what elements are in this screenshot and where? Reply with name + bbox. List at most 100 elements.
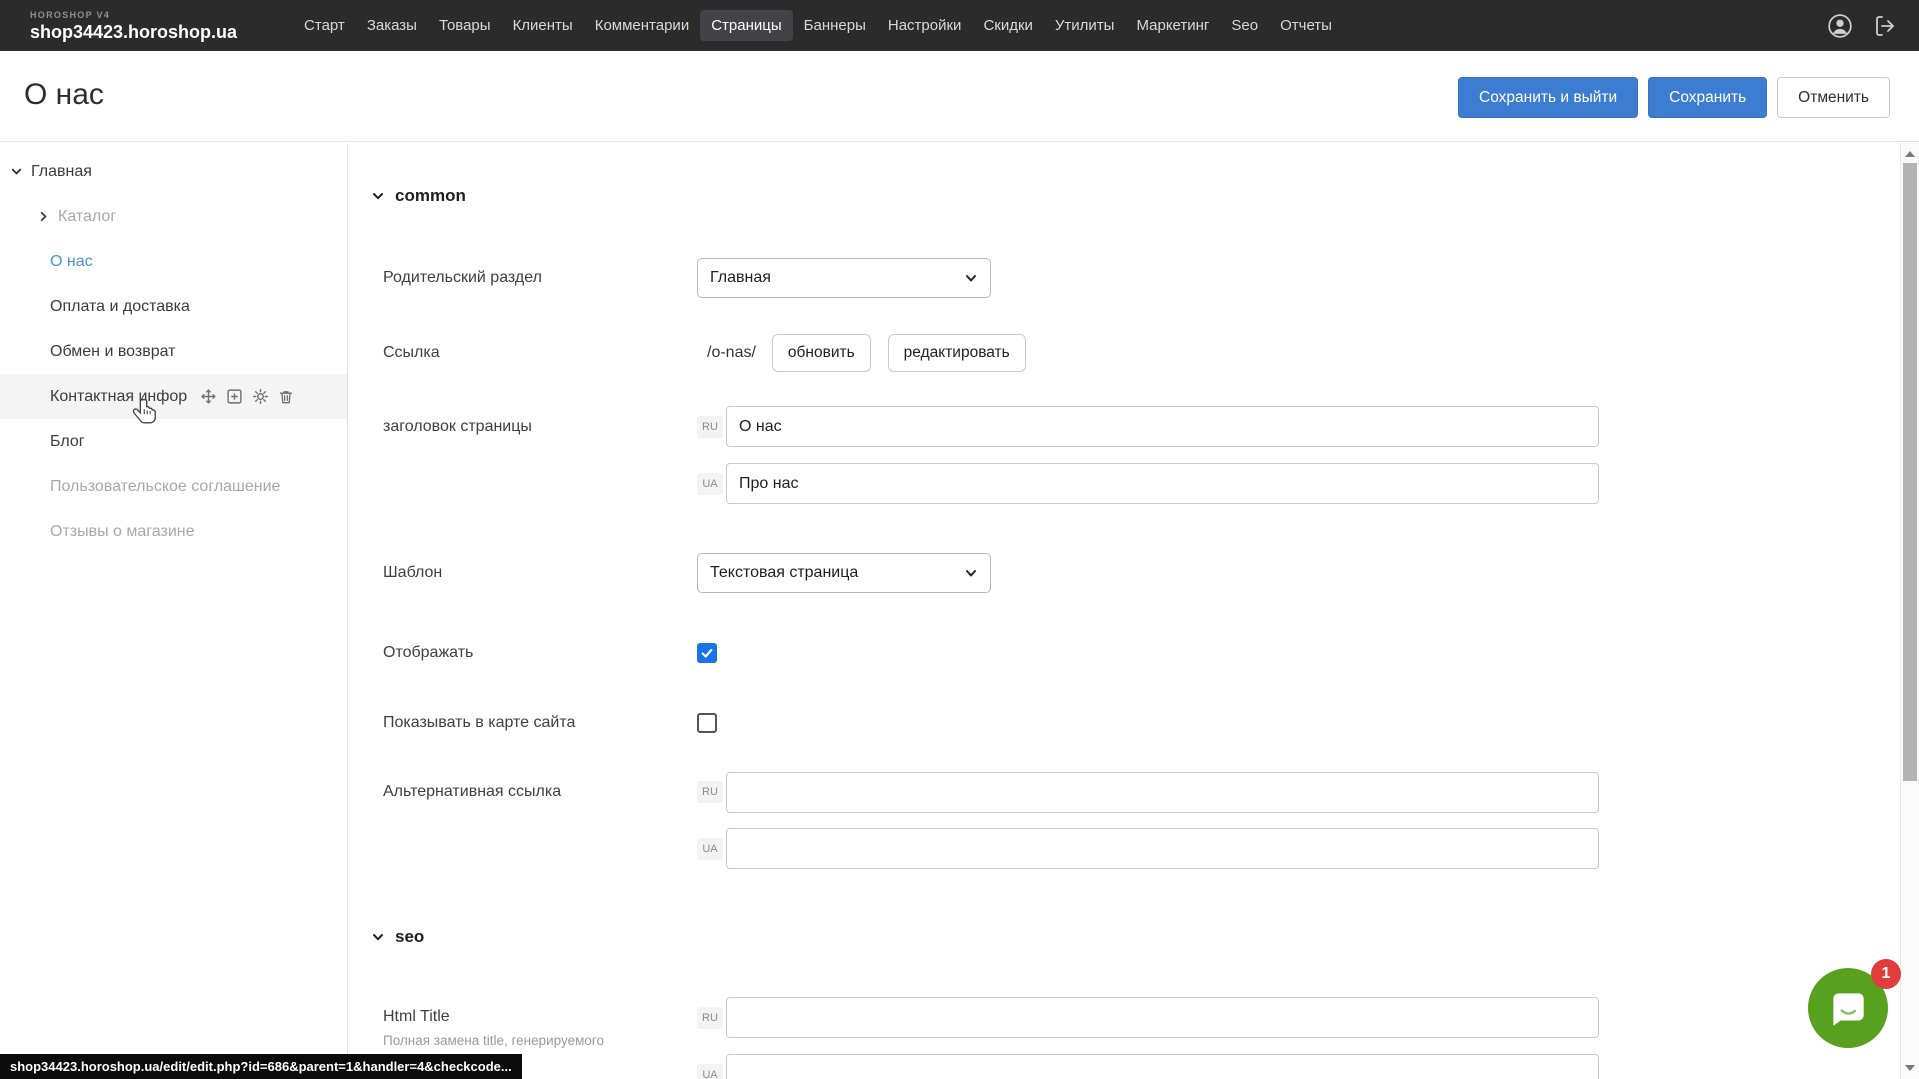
- sidebar-item-label: Обмен и возврат: [50, 343, 175, 361]
- page-edit-form: common Родительский раздел Главная Ссылк…: [349, 143, 1900, 1079]
- scroll-down-arrow[interactable]: [1905, 1065, 1915, 1071]
- sidebar-item-9[interactable]: Отзывы о магазине: [0, 509, 347, 554]
- delete-icon[interactable]: [278, 389, 294, 405]
- sidebar-item-label: Контактная инфор: [50, 388, 187, 406]
- settings-icon[interactable]: [252, 388, 269, 405]
- nav-item-10[interactable]: Утилиты: [1044, 10, 1126, 41]
- nav-item-1[interactable]: Старт: [293, 10, 356, 41]
- nav-item-5[interactable]: Комментарии: [584, 10, 700, 41]
- nav-item-7[interactable]: Баннеры: [793, 10, 877, 41]
- page-title-ru-input[interactable]: [726, 406, 1599, 447]
- section-common-label: common: [395, 186, 466, 206]
- display-label: Отображать: [383, 644, 697, 662]
- nav-menu: СтартЗаказыТоварыКлиентыКомментарииСтран…: [293, 10, 1343, 41]
- sidebar-item-4[interactable]: Оплата и доставка: [0, 284, 347, 329]
- account-icon[interactable]: [1827, 13, 1853, 39]
- chevron-down-icon: [371, 930, 385, 944]
- chevron-down-icon[interactable]: [10, 165, 23, 178]
- sidebar-item-label: Главная: [31, 163, 92, 181]
- nav-item-11[interactable]: Маркетинг: [1125, 10, 1220, 41]
- link-edit-button[interactable]: редактировать: [888, 334, 1026, 372]
- save-exit-button[interactable]: Сохранить и выйти: [1458, 77, 1638, 118]
- sidebar-item-label: Оплата и доставка: [50, 298, 190, 316]
- scroll-up-arrow[interactable]: [1905, 151, 1915, 157]
- sidebar-item-label: Отзывы о магазине: [50, 523, 195, 541]
- template-value: Текстовая страница: [710, 564, 858, 582]
- vertical-scrollbar[interactable]: [1900, 143, 1919, 1079]
- nav-right: [1827, 13, 1897, 39]
- display-checkbox[interactable]: [697, 643, 717, 663]
- nav-item-3[interactable]: Товары: [428, 10, 502, 41]
- html-title-hint: Полная замена title, генерируемого: [383, 1033, 697, 1049]
- chat-bubble-icon: [1825, 985, 1871, 1031]
- parent-section-label: Родительский раздел: [383, 269, 697, 287]
- lang-badge-ru: RU: [697, 416, 723, 438]
- pages-tree: Главная Каталог О нас Оплата и доставка Обме…: [0, 143, 348, 1079]
- nav-item-13[interactable]: Отчеты: [1269, 10, 1343, 41]
- sitemap-checkbox[interactable]: [697, 713, 717, 733]
- template-label: Шаблон: [383, 564, 697, 582]
- sidebar-item-7[interactable]: Блог: [0, 419, 347, 464]
- brand-domain: shop34423.horoshop.ua: [30, 23, 237, 41]
- alt-link-ru-input[interactable]: [726, 772, 1599, 813]
- link-label: Ссылка: [383, 344, 697, 362]
- nav-item-8[interactable]: Настройки: [877, 10, 973, 41]
- save-button[interactable]: Сохранить: [1648, 77, 1767, 118]
- header-buttons: Сохранить и выйти Сохранить Отменить: [1458, 77, 1890, 118]
- nav-item-12[interactable]: Seo: [1220, 10, 1269, 41]
- brand: HOROSHOP V4 shop34423.horoshop.ua: [30, 11, 237, 41]
- parent-section-select[interactable]: Главная: [697, 258, 991, 298]
- lang-badge-ua: UA: [697, 473, 723, 495]
- html-title-ua-input[interactable]: [726, 1054, 1599, 1079]
- chevron-down-icon: [964, 271, 978, 285]
- scrollbar-thumb[interactable]: [1903, 163, 1917, 781]
- chevron-right-icon[interactable]: [37, 210, 50, 223]
- sidebar-item-8[interactable]: Пользовательское соглашение: [0, 464, 347, 509]
- chevron-down-icon: [371, 189, 385, 203]
- link-value: /o-nas/: [697, 344, 756, 362]
- page-title-ua-input[interactable]: [726, 463, 1599, 504]
- sidebar-item-3[interactable]: О нас: [0, 239, 347, 284]
- lang-badge-ru: RU: [697, 1007, 723, 1029]
- nav-item-6[interactable]: Страницы: [700, 10, 792, 41]
- sidebar-item-label: Блог: [50, 433, 85, 451]
- sidebar-item-2[interactable]: Каталог: [0, 194, 347, 239]
- sidebar-item-5[interactable]: Обмен и возврат: [0, 329, 347, 374]
- template-select[interactable]: Текстовая страница: [697, 553, 991, 593]
- alt-link-label: Альтернативная ссылка: [383, 783, 697, 801]
- section-seo[interactable]: seo: [371, 927, 424, 947]
- logout-icon[interactable]: [1873, 14, 1897, 38]
- page-header: О нас Сохранить и выйти Сохранить Отмени…: [0, 51, 1919, 142]
- lang-badge-ua: UA: [697, 1064, 723, 1079]
- sidebar-item-1[interactable]: Главная: [0, 149, 347, 194]
- add-icon[interactable]: [226, 388, 243, 405]
- chat-widget-button[interactable]: 1: [1808, 968, 1888, 1048]
- html-title-label: Html Title: [383, 1008, 697, 1026]
- html-title-ru-input[interactable]: [726, 997, 1599, 1038]
- section-common[interactable]: common: [371, 186, 466, 206]
- nav-item-2[interactable]: Заказы: [356, 10, 428, 41]
- sitemap-label: Показывать в карте сайта: [383, 714, 697, 732]
- nav-item-9[interactable]: Скидки: [972, 10, 1043, 41]
- sidebar-item-6[interactable]: Контактная инфор: [0, 374, 347, 419]
- sidebar-item-label: О нас: [50, 253, 93, 271]
- top-nav: HOROSHOP V4 shop34423.horoshop.ua СтартЗ…: [0, 0, 1919, 51]
- page-title: О нас: [24, 78, 104, 112]
- chat-unread-badge: 1: [1871, 959, 1901, 989]
- cancel-button[interactable]: Отменить: [1777, 77, 1890, 118]
- chevron-down-icon: [964, 566, 978, 580]
- parent-section-value: Главная: [710, 269, 771, 287]
- alt-link-ua-input[interactable]: [726, 828, 1599, 869]
- sidebar-item-label: Каталог: [58, 208, 116, 226]
- link-refresh-button[interactable]: обновить: [772, 334, 871, 372]
- page-title-label: заголовок страницы: [383, 418, 697, 436]
- section-seo-label: seo: [395, 927, 424, 947]
- lang-badge-ru: RU: [697, 781, 723, 803]
- sidebar-item-label: Пользовательское соглашение: [50, 478, 280, 496]
- nav-item-4[interactable]: Клиенты: [502, 10, 584, 41]
- lang-badge-ua: UA: [697, 838, 723, 860]
- move-icon[interactable]: [200, 388, 217, 405]
- tree-item-actions: [200, 388, 294, 405]
- link-status-bar: shop34423.horoshop.ua/edit/edit.php?id=6…: [0, 1054, 522, 1079]
- brand-version: HOROSHOP V4: [30, 11, 237, 20]
